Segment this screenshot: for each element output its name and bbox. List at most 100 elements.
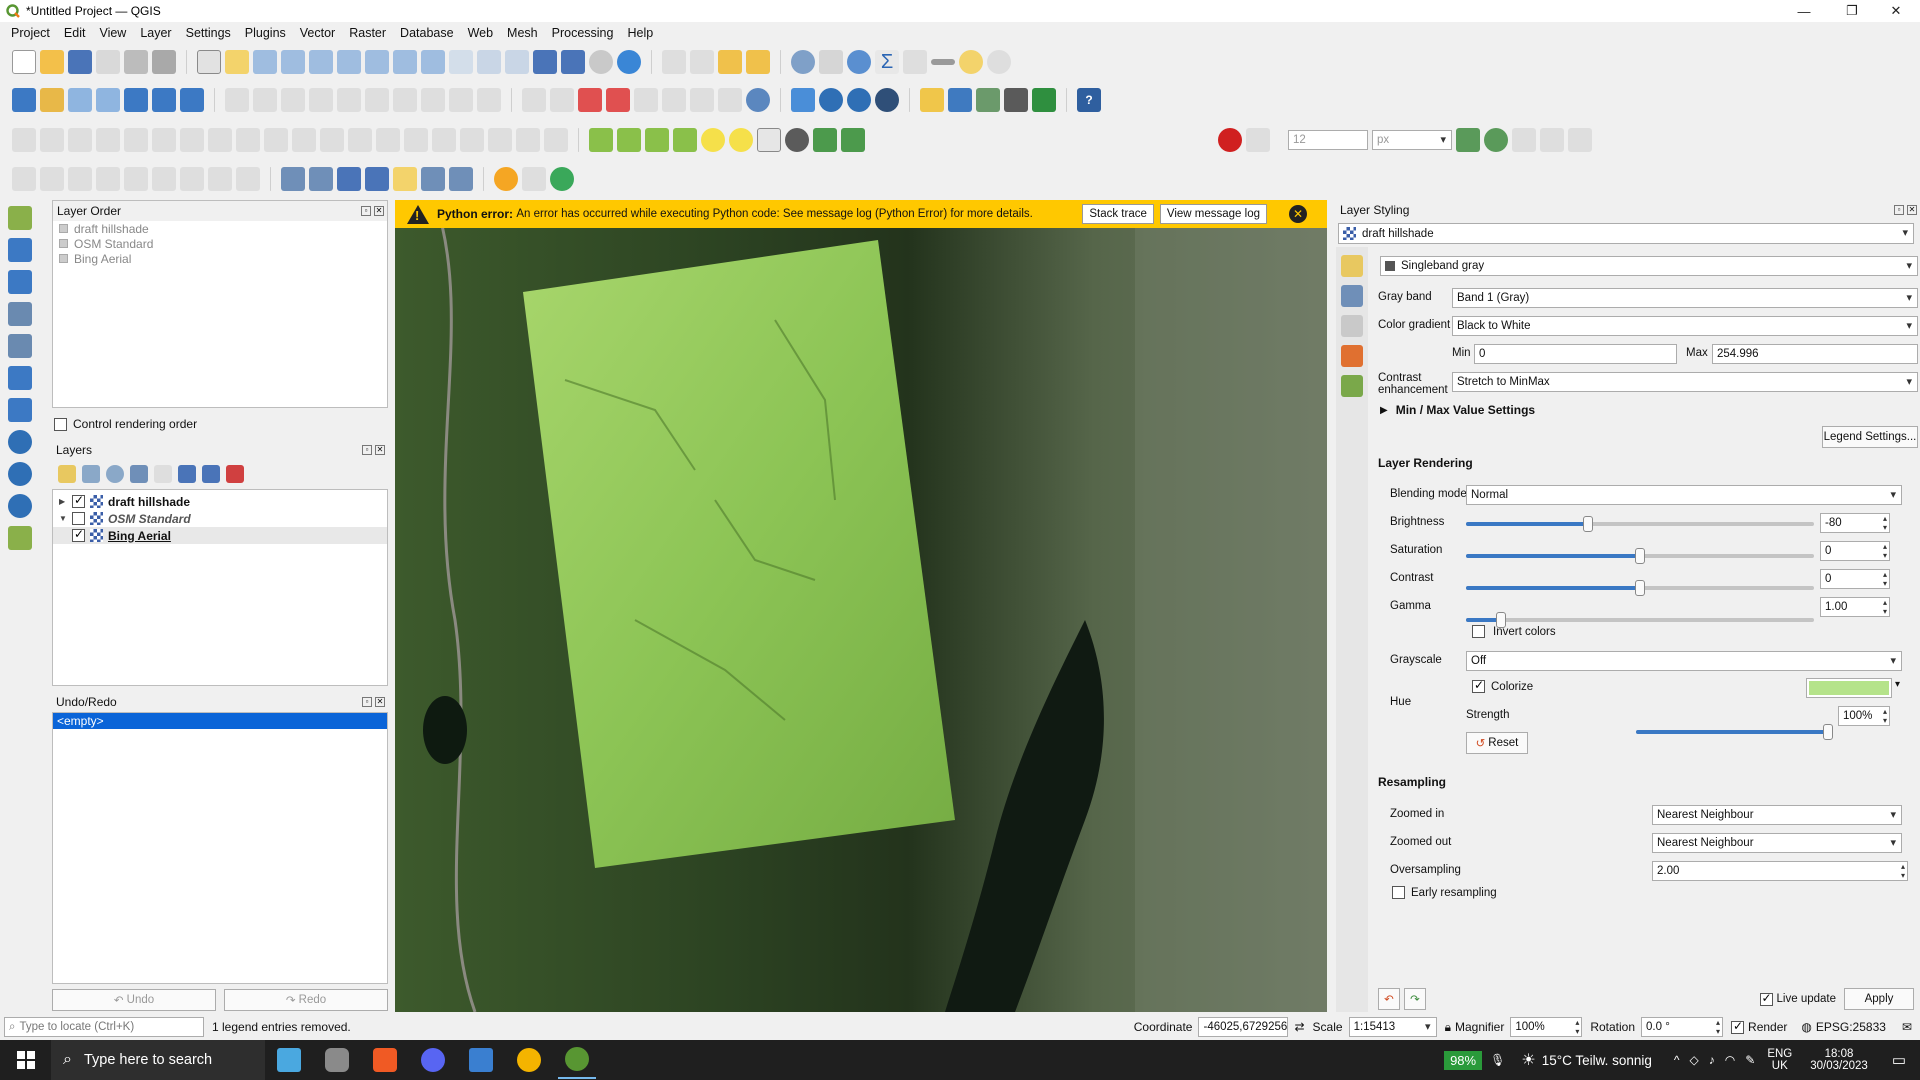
digitize-icon-13[interactable] bbox=[348, 128, 372, 152]
advanced-edit-icon-8[interactable] bbox=[208, 167, 232, 191]
float-panel-icon[interactable]: ▫ bbox=[361, 206, 371, 216]
minmax-settings-toggle[interactable]: ▶ Min / Max Value Settings bbox=[1380, 403, 1535, 417]
digitize-icon-3[interactable] bbox=[68, 128, 92, 152]
transparency-tab-icon[interactable] bbox=[1341, 285, 1363, 307]
close-panel-icon[interactable]: ✕ bbox=[374, 206, 384, 216]
style-layer-icon[interactable] bbox=[58, 465, 76, 483]
coordinate-field[interactable]: -46025,6729256 bbox=[1198, 1017, 1289, 1037]
view-message-log-button[interactable]: View message log bbox=[1159, 204, 1267, 224]
plugin-globe-icon[interactable] bbox=[819, 88, 843, 112]
digitize-icon-12[interactable] bbox=[320, 128, 344, 152]
filter-y2-icon[interactable] bbox=[841, 128, 865, 152]
legend-settings-button[interactable]: Legend Settings... bbox=[1822, 426, 1918, 448]
messages-icon[interactable]: ✉ bbox=[1902, 1020, 1912, 1034]
add-vector-icon[interactable] bbox=[180, 88, 204, 112]
digitize-icon-15[interactable] bbox=[404, 128, 428, 152]
filter-expression-icon[interactable] bbox=[154, 465, 172, 483]
zoom-next-icon[interactable] bbox=[449, 50, 473, 74]
digitize-icon-18[interactable] bbox=[488, 128, 512, 152]
copy-features-icon[interactable] bbox=[393, 88, 417, 112]
identify-icon[interactable] bbox=[791, 50, 815, 74]
collapse-all-icon[interactable] bbox=[202, 465, 220, 483]
brave-browser-icon[interactable] bbox=[366, 1041, 404, 1079]
pointer-select-icon[interactable] bbox=[309, 167, 333, 191]
layer-select-dropdown[interactable]: draft hillshade bbox=[1338, 223, 1914, 244]
notifications-icon[interactable]: ▭ bbox=[1892, 1051, 1906, 1069]
python-console-icon[interactable] bbox=[920, 88, 944, 112]
text-format-icon[interactable] bbox=[449, 167, 473, 191]
toggle-extents-icon[interactable]: ⇄ bbox=[1294, 1020, 1304, 1034]
add-wfs-icon[interactable] bbox=[8, 494, 32, 518]
digitize-split-icon[interactable] bbox=[1540, 128, 1564, 152]
new-geopackage-icon[interactable] bbox=[40, 88, 64, 112]
digitize-icon-10[interactable] bbox=[264, 128, 288, 152]
taskbar-search-box[interactable]: ⌕ Type here to search bbox=[51, 1040, 265, 1080]
zoom-layer-icon[interactable] bbox=[365, 50, 389, 74]
expand-all-icon[interactable] bbox=[178, 465, 196, 483]
digitize-close-icon[interactable] bbox=[1512, 128, 1536, 152]
digitize-icon-4[interactable] bbox=[96, 128, 120, 152]
plugin-globe2-icon[interactable] bbox=[847, 88, 871, 112]
max-input[interactable]: 254.996 bbox=[1712, 344, 1918, 364]
menu-web[interactable]: Web bbox=[461, 26, 500, 40]
layer-visibility-checkbox[interactable] bbox=[72, 493, 85, 508]
add-raster-layer-icon[interactable] bbox=[8, 238, 32, 262]
annotation-add-icon[interactable] bbox=[785, 128, 809, 152]
layer-order-item[interactable]: draft hillshade bbox=[53, 221, 387, 236]
colorize-color-button[interactable] bbox=[1806, 678, 1892, 698]
tray-volume-icon[interactable]: ♪ bbox=[1709, 1053, 1715, 1067]
plugin-film-icon[interactable] bbox=[1004, 88, 1028, 112]
menu-edit[interactable]: Edit bbox=[57, 26, 93, 40]
add-vector-layer-icon[interactable] bbox=[8, 206, 32, 230]
tray-wifi-icon[interactable]: ◠ bbox=[1725, 1053, 1735, 1067]
grayscale-dropdown[interactable]: Off bbox=[1466, 651, 1902, 671]
add-arcgis-icon[interactable] bbox=[8, 526, 32, 550]
measure-angle-icon[interactable] bbox=[522, 167, 546, 191]
float-panel-icon[interactable]: ▫ bbox=[362, 697, 372, 707]
advanced-edit-icon-5[interactable] bbox=[124, 167, 148, 191]
advanced-edit-icon-2[interactable] bbox=[40, 167, 64, 191]
new-bookmark-icon[interactable] bbox=[533, 50, 557, 74]
crs-label[interactable]: EPSG:25833 bbox=[1816, 1020, 1886, 1034]
vertex-tool-icon[interactable] bbox=[309, 88, 333, 112]
map-canvas[interactable] bbox=[395, 200, 1327, 1012]
digitize-merge-icon[interactable] bbox=[1568, 128, 1592, 152]
contrast-spinbox[interactable]: 0 bbox=[1820, 569, 1890, 589]
style-manager-icon[interactable] bbox=[152, 50, 176, 74]
zoom-out-icon[interactable] bbox=[281, 50, 305, 74]
text-annotation-icon[interactable] bbox=[421, 167, 445, 191]
early-resampling-checkbox[interactable] bbox=[1392, 886, 1405, 899]
menu-help[interactable]: Help bbox=[620, 26, 660, 40]
new-temp-layer-icon[interactable] bbox=[124, 88, 148, 112]
share-icon[interactable] bbox=[550, 167, 574, 191]
brightness-slider[interactable] bbox=[1466, 516, 1814, 532]
new-spatialite-icon[interactable] bbox=[96, 88, 120, 112]
undo-style-icon[interactable]: ↶ bbox=[1378, 988, 1400, 1010]
add-wcs-icon[interactable] bbox=[8, 462, 32, 486]
pan-to-selection-icon[interactable] bbox=[225, 50, 249, 74]
oversampling-spinbox[interactable]: 2.00 bbox=[1652, 861, 1908, 881]
select-features-icon[interactable] bbox=[662, 50, 686, 74]
scale-dropdown[interactable]: 1:15413 bbox=[1348, 1017, 1437, 1037]
render-checkbox[interactable] bbox=[1731, 1019, 1745, 1034]
node-tool2-icon[interactable] bbox=[365, 167, 389, 191]
delete-selected-icon[interactable] bbox=[337, 88, 361, 112]
redo-button[interactable]: ↷ Redo bbox=[224, 989, 388, 1011]
menu-layer[interactable]: Layer bbox=[133, 26, 178, 40]
discord-icon[interactable] bbox=[414, 1041, 452, 1079]
menu-vector[interactable]: Vector bbox=[293, 26, 342, 40]
live-update-checkbox[interactable] bbox=[1759, 991, 1773, 1006]
invert-colors-checkbox[interactable] bbox=[1472, 625, 1485, 638]
select-location-icon[interactable] bbox=[746, 50, 770, 74]
advanced-edit-icon-6[interactable] bbox=[152, 167, 176, 191]
histogram-tab-icon[interactable] bbox=[1341, 315, 1363, 337]
rendering-tab-icon[interactable] bbox=[1341, 345, 1363, 367]
redo-style-icon[interactable]: ↷ bbox=[1404, 988, 1426, 1010]
new-map-view-icon[interactable] bbox=[477, 50, 501, 74]
plugin-terrain-icon[interactable] bbox=[1032, 88, 1056, 112]
weather-icon[interactable]: ☀ bbox=[1521, 1050, 1535, 1070]
layer-row-draft-hillshade[interactable]: ▶ draft hillshade bbox=[53, 493, 387, 510]
colorize-checkbox[interactable] bbox=[1472, 678, 1485, 693]
contrast-enhancement-dropdown[interactable]: Stretch to MinMax bbox=[1452, 372, 1918, 392]
plugin-grid-icon[interactable] bbox=[948, 88, 972, 112]
